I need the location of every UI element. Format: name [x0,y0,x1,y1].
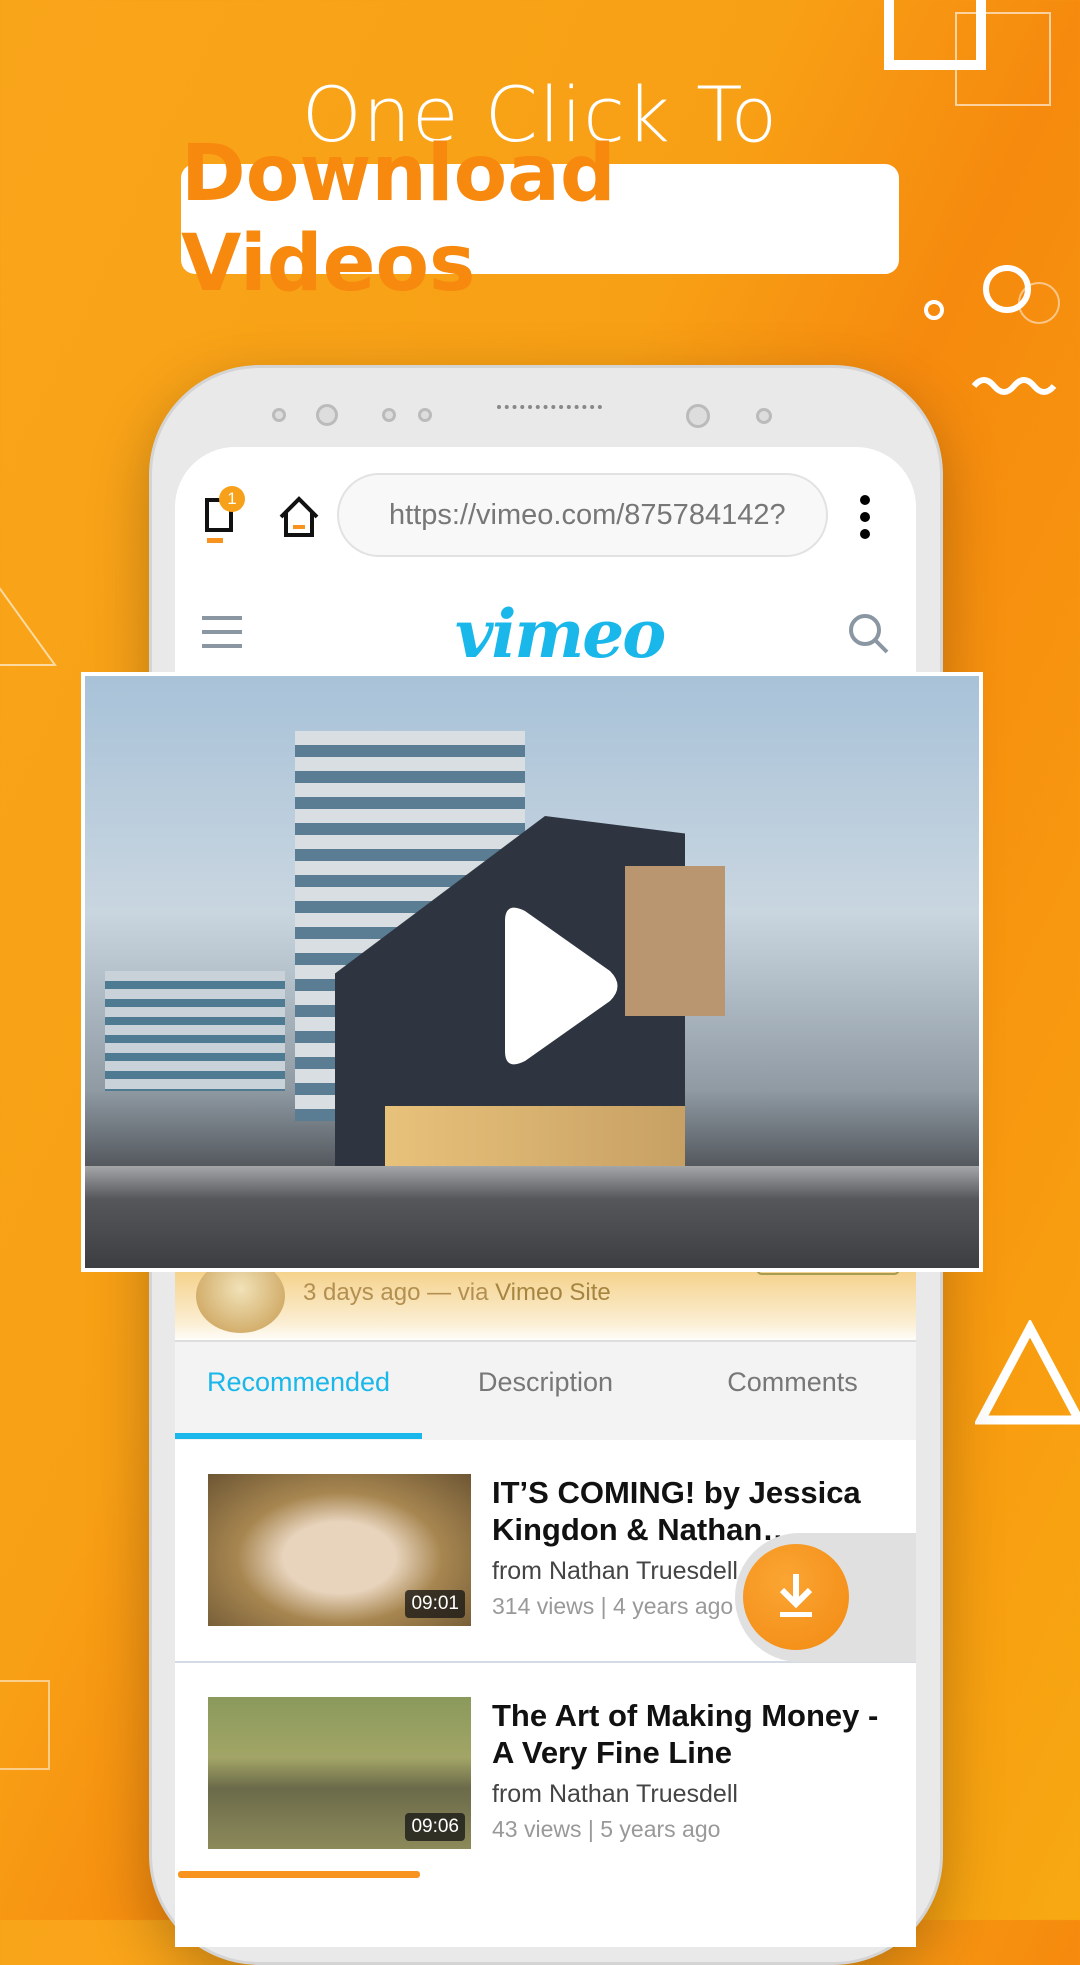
video-title[interactable]: The Art of Making Money - A Very Fine Li… [492,1697,892,1771]
home-icon[interactable] [277,495,321,539]
video-author: from Nathan Truesdell [492,1780,738,1808]
vimeo-logo[interactable]: vimeo [455,595,666,673]
building-glass [625,866,725,1016]
video-duration: 09:06 [405,1813,465,1841]
building-left [105,971,285,1091]
front-camera [686,404,710,428]
play-icon[interactable] [485,901,625,1071]
download-icon [779,1574,813,1617]
video-stats: 314 views | 4 years ago [492,1593,734,1619]
video-duration: 09:01 [405,1590,465,1618]
sensor [756,408,772,424]
sensor [418,408,432,422]
video-thumbnail[interactable]: 09:01 [208,1474,471,1626]
tab-recommended[interactable]: Recommended [175,1367,422,1398]
tab-comments[interactable]: Comments [669,1367,916,1398]
video-stats: 43 views | 5 years ago [492,1816,721,1842]
more-options-icon[interactable] [855,492,875,542]
active-indicator [207,538,223,543]
camera [316,404,338,426]
posted-time: 3 days ago — via [303,1279,496,1306]
sensor [272,408,286,422]
search-icon[interactable] [847,612,889,654]
download-button[interactable] [743,1544,849,1650]
video-thumbnail[interactable]: 09:06 [208,1697,471,1849]
tab-description[interactable]: Description [422,1367,669,1398]
circle-outline-decoration [1018,282,1060,324]
storefront [385,1106,685,1166]
video-list-item[interactable]: 09:06 The Art of Making Money - A Very F… [175,1663,916,1885]
video-player[interactable] [81,672,983,1272]
hamburger-menu-icon[interactable] [202,615,242,649]
speaker-grille [497,405,602,413]
active-tab-indicator [175,1433,422,1439]
posted-info: 3 days ago — via Vimeo Site [303,1279,611,1307]
video-author: from Nathan Truesdell [492,1557,738,1585]
tab-count-badge: 1 [219,486,245,512]
promo-subheadline: Download Videos [181,129,616,309]
bottom-nav-indicator [178,1871,420,1878]
sensor [382,408,396,422]
tabs-button[interactable]: 1 [205,486,245,543]
square-outline-decoration-left [0,1680,50,1770]
triangle-decoration [975,1320,1080,1425]
wave-decoration [971,377,1057,395]
url-input[interactable]: https://vimeo.com/875784142? [337,473,828,557]
source-link[interactable]: Vimeo Site [495,1279,611,1306]
triangle-outline-decoration-left [0,587,57,666]
street [85,1166,979,1268]
promo-highlight-box: Download Videos [181,129,899,309]
dot-decoration [924,300,944,320]
